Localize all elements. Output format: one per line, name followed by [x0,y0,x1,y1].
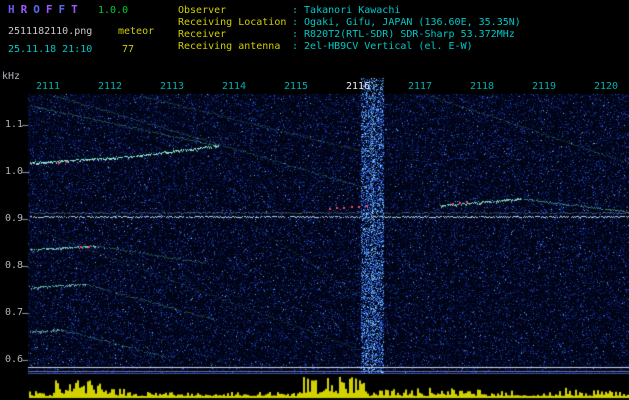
info-label: Receiving Location [178,17,287,28]
freq-axis-label: 0.7 [5,307,24,318]
output-filename: 2511182110.png [8,26,93,37]
echo-count: 77 [122,44,135,55]
app-title: HROFFT [8,4,84,16]
time-axis-label: 2118 [470,81,495,92]
app-version: 1.0.0 [98,5,129,16]
spectrogram-canvas [0,0,629,400]
time-axis-label: 2115 [284,81,309,92]
time-axis-label: 2116 [346,81,371,92]
freq-unit-label: kHz [2,71,21,82]
time-axis-label: 2114 [222,81,247,92]
info-label: Receiving antenna [178,41,281,52]
info-label: Observer [178,5,227,16]
info-value: : R820T2(RTL-SDR) SDR-Sharp 53.372MHz [292,29,515,40]
app-title-letter: F [58,3,66,16]
time-axis-label: 2119 [532,81,557,92]
freq-axis-label: 1.1 [5,119,24,130]
info-label: Receiver [178,29,227,40]
time-axis-label: 2111 [36,81,61,92]
time-axis-label: 2120 [594,81,619,92]
freq-axis-label: 1.0 [5,166,24,177]
info-value: : Takanori Kawachi [292,5,401,16]
freq-axis-label: 0.8 [5,260,24,271]
app-title-letter: H [8,3,15,16]
app-title-letter: F [45,3,53,16]
hrofft-output-window: HROFFT 1.0.0 2511182110.png meteor 25.11… [0,0,629,400]
freq-axis-label: 0.9 [5,213,24,224]
app-title-letter: T [71,3,78,16]
mode-label: meteor [118,26,155,37]
app-title-letter: O [33,3,40,16]
freq-axis-label: 0.6 [5,354,24,365]
time-axis-label: 2113 [160,81,185,92]
info-value: : Ogaki, Gifu, JAPAN (136.60E, 35.35N) [292,17,521,28]
time-axis-label: 2117 [408,81,433,92]
app-title-letter: R [20,3,28,16]
time-axis-label: 2112 [98,81,123,92]
info-value: : 2el-HB9CV Vertical (el. E-W) [292,41,473,52]
observation-datetime: 25.11.18 21:10 [8,44,93,55]
